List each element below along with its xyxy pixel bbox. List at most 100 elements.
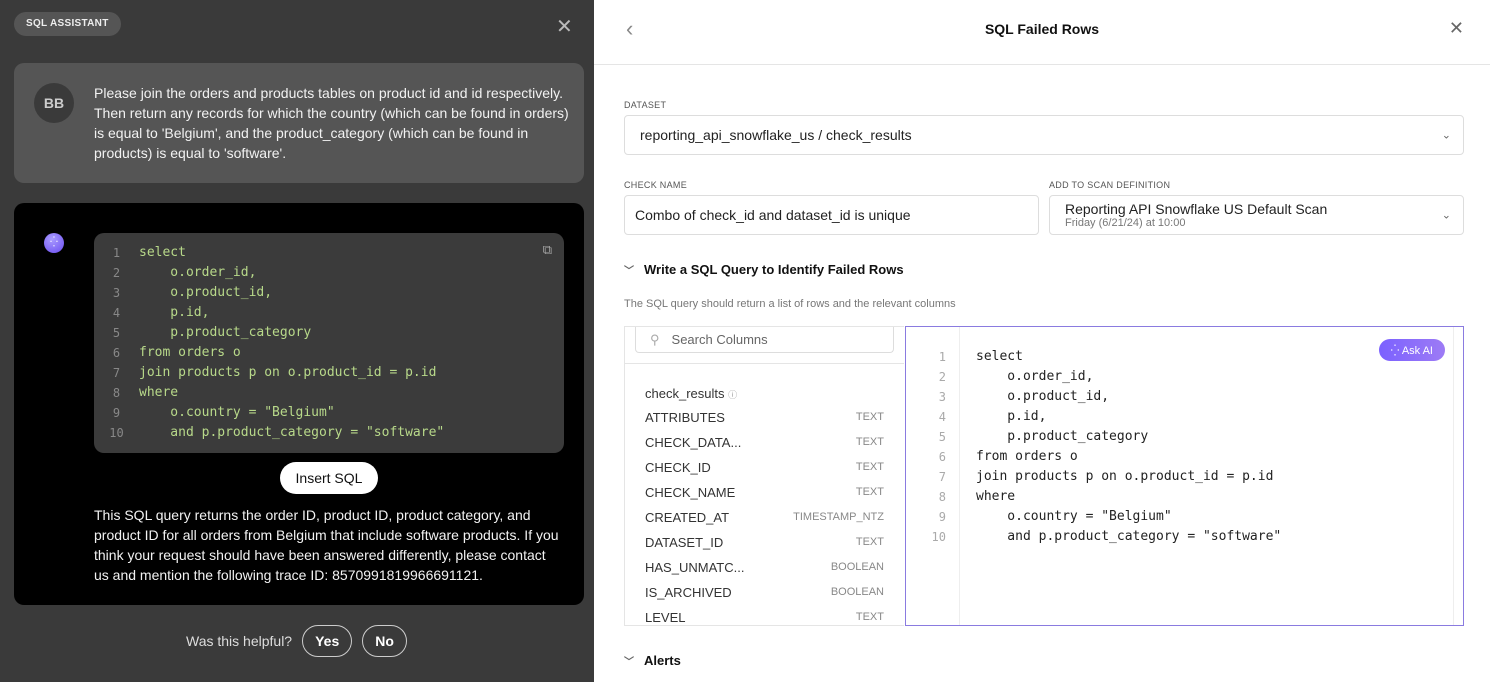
column-type: TEXT [855,611,884,623]
check-name-label: CHECK NAME [624,180,688,190]
code-text: o.country = "Belgium" [976,509,1172,524]
editor-line: 7 join products p on o.product_id = p.id [906,467,1274,487]
editor-line: 3 o.product_id, [906,387,1109,407]
line-number: 1 [112,246,121,260]
feedback-row: Was this helpful? Yes No [186,625,407,657]
code-line: 9 o.country = "Belgium" [94,403,564,423]
code-text: o.country = "Belgium" [139,405,335,420]
line-number: 7 [112,366,121,380]
no-button[interactable]: No [362,625,407,657]
column-item[interactable]: DATASET_ID TEXT [625,530,904,555]
close-icon[interactable]: ✕ [1449,18,1464,39]
line-number: 8 [112,386,121,400]
code-line: 8 where [94,383,564,403]
chevron-down-icon: ﹀ [624,266,634,277]
code-line: 7 join products p on o.product_id = p.id [94,363,564,383]
section-title: Write a SQL Query to Identify Failed Row… [644,262,904,277]
code-text: and p.product_category = "software" [139,425,445,440]
code-line: 5 p.product_category [94,323,564,343]
line-number: 9 [938,510,946,524]
feedback-question: Was this helpful? [186,633,293,649]
sql-query-section-toggle[interactable]: ﹀ Write a SQL Query to Identify Failed R… [624,262,904,277]
scan-definition-label: ADD TO SCAN DEFINITION [1049,180,1171,190]
line-number: 6 [938,450,946,464]
column-name: IS_ARCHIVED [645,585,732,600]
code-line: 1 select [94,243,564,263]
editor-line: 5 p.product_category [906,427,1148,447]
column-type: TEXT [855,461,884,473]
code-text: p.id, [976,409,1047,424]
code-text: where [976,489,1016,504]
column-item[interactable]: HAS_UNMATC... BOOLEAN [625,555,904,580]
column-item[interactable]: LEVEL TEXT [625,605,904,625]
info-icon: ⓘ [728,390,738,400]
code-text: select [139,245,186,260]
column-item[interactable]: ATTRIBUTES TEXT [625,405,904,430]
editor-line: 10 and p.product_category = "software" [906,527,1282,547]
code-text: o.product_id, [139,285,273,300]
panel-header: ‹ SQL Failed Rows ✕ [594,0,1490,65]
chevron-down-icon: ⌄ [1441,209,1451,222]
avatar: BB [34,83,74,123]
line-number: 1 [938,350,946,364]
alerts-section-toggle[interactable]: ﹀ Alerts [624,653,681,668]
sql-assistant-panel: SQL ASSISTANT ✕ BB Please join the order… [0,0,594,682]
scan-value: Reporting API Snowflake US Default Scan [1065,201,1328,217]
code-line: 4 p.id, [94,303,564,323]
column-name: CHECK_ID [645,460,711,475]
search-columns-input[interactable]: ⚲ Search Columns [635,327,894,353]
line-number: 4 [938,410,946,424]
copy-icon[interactable]: ⧉ [543,243,552,258]
column-type: TEXT [855,486,884,498]
scan-schedule: Friday (6/21/24) at 10:00 [1065,217,1186,229]
column-name: LEVEL [645,610,686,625]
column-name: CREATED_AT [645,510,730,525]
code-text: join products p on o.product_id = p.id [976,469,1274,484]
code-text: from orders o [139,345,241,360]
line-number: 10 [109,426,124,440]
assistant-message: ⁛ ⧉ 1 select 2 o.order_id, 3 o.product_id, 4… [14,203,584,605]
column-type: TEXT [855,411,884,423]
section-hint: The SQL query should return a list of ro… [624,298,956,310]
column-item[interactable]: IS_ARCHIVED BOOLEAN [625,580,904,605]
code-block: ⧉ 1 select 2 o.order_id, 3 o.product_id, 4 p… [94,233,564,453]
close-icon[interactable]: ✕ [556,14,573,39]
code-text: o.order_id, [139,265,257,280]
column-item[interactable]: CHECK_NAME TEXT [625,480,904,505]
ask-ai-button[interactable]: ⁛ Ask AI [1378,339,1445,361]
code-text: join products p on o.product_id = p.id [139,365,437,380]
sql-editor[interactable]: ⁛ Ask AI 1 select 2 o.order_id, 3 o.product… [905,326,1464,626]
code-line: 3 o.product_id, [94,283,564,303]
table-name: check_results ⓘ [625,364,904,405]
editor-line: 1 select [906,347,1023,367]
column-name: DATASET_ID [645,535,724,550]
code-line: 10 and p.product_category = "software" [94,423,564,443]
check-name-input[interactable]: Combo of check_id and dataset_id is uniq… [624,195,1039,235]
editor-line: 6 from orders o [906,447,1078,467]
insert-sql-button[interactable]: Insert SQL [280,462,378,494]
dataset-select[interactable]: reporting_api_snowflake_us / check_resul… [624,115,1464,155]
line-number: 5 [112,326,121,340]
column-name: ATTRIBUTES [645,410,725,425]
code-text: p.product_category [976,429,1149,444]
table-name-text: check_results [645,386,725,401]
user-message-text: Please join the orders and products tabl… [94,85,569,161]
code-line: 6 from orders o [94,343,564,363]
yes-button[interactable]: Yes [302,625,353,657]
alerts-title: Alerts [644,653,681,668]
scan-definition-select[interactable]: Reporting API Snowflake US Default Scan … [1049,195,1464,235]
column-item[interactable]: CHECK_DATA... TEXT [625,430,904,455]
ai-sparkle-icon: ⁛ [44,233,64,253]
code-text: select [976,349,1023,364]
column-type: TEXT [855,536,884,548]
code-line: 2 o.order_id, [94,263,564,283]
line-number: 7 [938,470,946,484]
code-text: from orders o [976,449,1078,464]
code-text: where [139,385,179,400]
scrollbar[interactable] [1453,327,1463,625]
column-item[interactable]: CHECK_ID TEXT [625,455,904,480]
editor-line: 4 p.id, [906,407,1047,427]
column-item[interactable]: CREATED_AT TIMESTAMP_NTZ [625,505,904,530]
editor-line: 9 o.country = "Belgium" [906,507,1172,527]
line-number: 8 [938,490,946,504]
